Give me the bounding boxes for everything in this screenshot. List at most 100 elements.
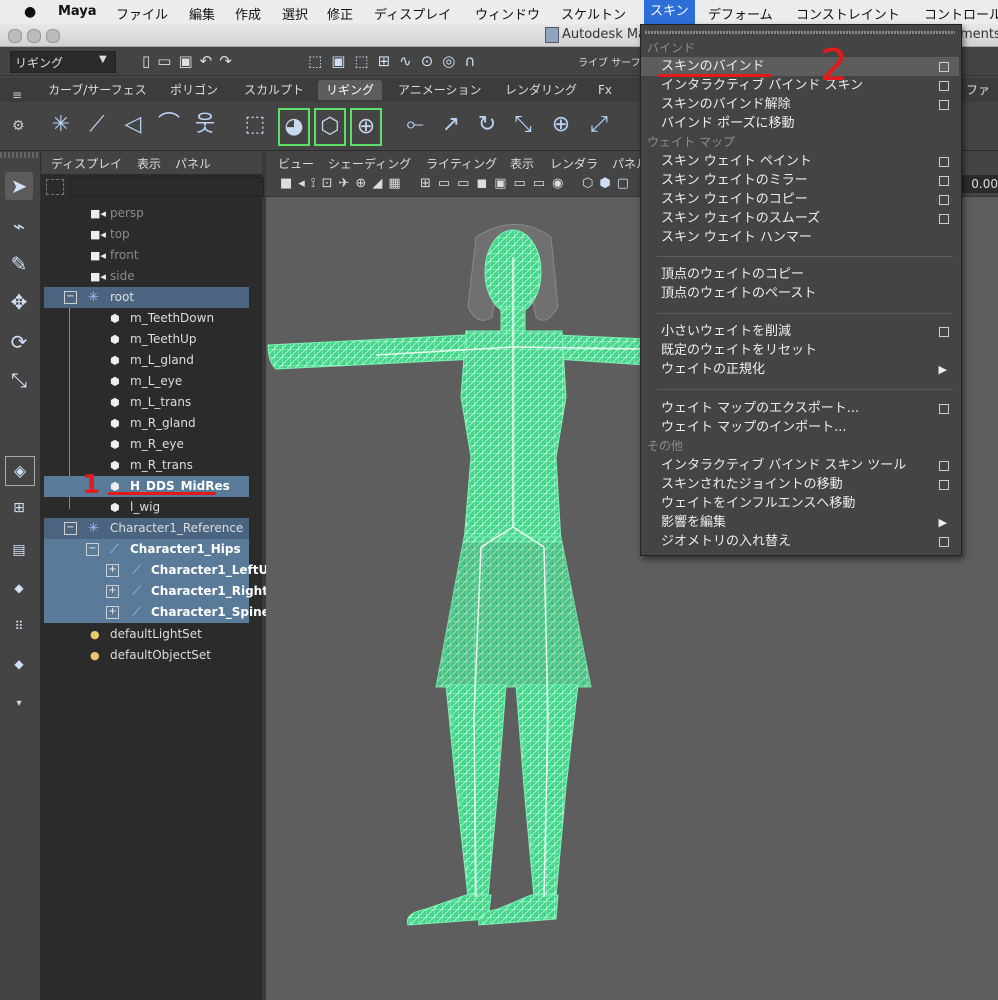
outliner-row-m-r-gland[interactable]: ⬢ m_R_gland xyxy=(44,413,249,434)
menu-item-paste-vertex-weights[interactable]: 頂点のウェイトのペースト xyxy=(641,284,959,303)
outliner-row-m-r-eye[interactable]: ⬢ m_R_eye xyxy=(44,434,249,455)
snap-point-icon[interactable]: ⊙ xyxy=(421,52,443,70)
tear-off-handle[interactable] xyxy=(645,31,955,34)
menu-item-move-skinned-joints[interactable]: スキンされたジョイントの移動 xyxy=(641,475,959,494)
pole-vector-icon[interactable]: ⤢ xyxy=(584,108,614,142)
paint-select-tool-icon[interactable]: ✎ xyxy=(5,250,33,278)
viewport-menu-view[interactable]: ビュー xyxy=(278,155,314,172)
outliner-row-l-wig[interactable]: ⬢ l_wig xyxy=(44,497,249,518)
lasso-tool-icon[interactable]: ⌁ xyxy=(5,212,33,240)
menu-item-export-weight-maps[interactable]: ウェイト マップのエクスポート... xyxy=(641,399,959,418)
outliner-row-top[interactable]: ■◂ top xyxy=(44,224,249,245)
menu-skeleton[interactable]: スケルトン xyxy=(561,4,626,23)
graph-layout-icon[interactable]: ◆ xyxy=(5,574,33,602)
option-box-icon[interactable] xyxy=(939,176,949,186)
menu-set-dropdown[interactable]: リギング ▼ xyxy=(10,51,116,73)
rotate-tool-icon[interactable]: ⟳ xyxy=(5,328,33,356)
option-box-icon[interactable] xyxy=(939,404,949,414)
tab-rendering[interactable]: レンダリング xyxy=(497,80,585,100)
lattice-icon[interactable]: ⬡ xyxy=(314,108,346,146)
snap-surface-icon[interactable]: ◎ xyxy=(442,52,464,70)
render-layout-icon[interactable]: ◆ xyxy=(5,650,33,678)
collapse-icon[interactable]: − xyxy=(86,543,99,556)
tab-sculpt[interactable]: スカルプト xyxy=(236,80,312,100)
option-box-icon[interactable] xyxy=(939,480,949,490)
create-joints-icon[interactable]: ✳ xyxy=(46,108,76,142)
collapse-icon[interactable]: − xyxy=(64,291,77,304)
close-window-button[interactable] xyxy=(8,29,22,43)
aim-constraint-icon[interactable]: ↗ xyxy=(436,108,466,142)
menu-create[interactable]: 作成 xyxy=(235,4,261,23)
menu-item-paint-skin-weights[interactable]: スキン ウェイト ペイント xyxy=(641,152,959,171)
open-folder-icon[interactable]: ▭ xyxy=(157,52,178,70)
viewport-menu-show[interactable]: 表示 xyxy=(510,155,534,172)
single-view-layout-icon[interactable]: ◈ xyxy=(5,456,35,486)
layout-dropdown-icon[interactable]: ▾ xyxy=(5,690,33,718)
menu-item-import-weight-maps[interactable]: ウェイト マップのインポート... xyxy=(641,418,959,437)
undo-icon[interactable]: ↶ xyxy=(200,52,220,70)
menu-item-go-to-bind-pose[interactable]: バインド ポーズに移動 xyxy=(641,114,959,133)
menu-edit[interactable]: 編集 xyxy=(189,4,215,23)
menu-item-edit-influences[interactable]: 影響を編集 ▶ xyxy=(641,513,959,532)
shelf-settings-icon[interactable]: ⚙ xyxy=(12,118,25,134)
move-tool-icon[interactable]: ✥ xyxy=(5,288,33,316)
bind-skin-icon[interactable]: ◕ xyxy=(278,108,310,146)
menu-window[interactable]: ウィンドウ xyxy=(475,4,540,23)
menu-item-reset-weights[interactable]: 既定のウェイトをリセット xyxy=(641,341,959,360)
outliner-row-m-l-eye[interactable]: ⬢ m_L_eye xyxy=(44,371,249,392)
parent-constraint-icon[interactable]: ⊕ xyxy=(546,108,576,142)
redo-icon[interactable]: ↷ xyxy=(219,52,239,70)
menu-modify[interactable]: 修正 xyxy=(327,4,353,23)
insert-joint-icon[interactable]: ⟋ xyxy=(82,108,112,142)
scale-tool-icon[interactable]: ⤡ xyxy=(5,366,33,394)
outliner-menu-panels[interactable]: パネル xyxy=(175,155,211,172)
option-box-icon[interactable] xyxy=(939,100,949,110)
menu-control[interactable]: コントロール xyxy=(924,4,998,23)
collapse-icon[interactable]: − xyxy=(64,522,77,535)
outliner-row-defaultobjectset[interactable]: ● defaultObjectSet xyxy=(44,645,249,666)
ik-spline-icon[interactable]: ⌒ xyxy=(154,108,184,142)
menu-item-hammer-skin-weights[interactable]: スキン ウェイト ハンマー xyxy=(641,228,959,247)
option-box-icon[interactable] xyxy=(939,81,949,91)
outliner-row-m-l-trans[interactable]: ⬢ m_L_trans xyxy=(44,392,249,413)
four-view-layout-icon[interactable]: ⊞ xyxy=(5,494,33,522)
snap-grid-icon[interactable]: ⊞ xyxy=(378,52,400,70)
menu-item-normalize-weights[interactable]: ウェイトの正規化 ▶ xyxy=(641,360,959,379)
tab-polygons[interactable]: ポリゴン xyxy=(162,80,226,100)
viewport-menu-renderer[interactable]: レンダラ xyxy=(550,155,598,172)
menu-item-smooth-skin-weights[interactable]: スキン ウェイトのスムーズ xyxy=(641,209,959,228)
outliner-row-m-r-trans[interactable]: ⬢ m_R_trans xyxy=(44,455,249,476)
expand-icon[interactable]: + xyxy=(106,585,119,598)
menu-item-copy-skin-weights[interactable]: スキン ウェイトのコピー xyxy=(641,190,959,209)
option-box-icon[interactable] xyxy=(939,461,949,471)
menu-item-copy-vertex-weights[interactable]: 頂点のウェイトのコピー xyxy=(641,265,959,284)
menu-item-unbind-skin[interactable]: スキンのバインド解除 xyxy=(641,95,959,114)
tab-rigging[interactable]: リギング xyxy=(318,80,383,100)
shading-tools-icons[interactable]: ⬡⬢▢ xyxy=(582,176,635,191)
apple-icon[interactable]: ● xyxy=(24,4,36,20)
menu-skin[interactable]: スキン xyxy=(644,0,695,24)
option-box-icon[interactable] xyxy=(939,327,949,337)
select-hierarchy-icon[interactable]: ⬚ xyxy=(308,52,331,70)
camera-tools-icons[interactable]: ■◂⟟⊡✈⊕◢▦ xyxy=(280,176,407,191)
menu-item-prune-small-weights[interactable]: 小さいウェイトを削減 xyxy=(641,322,959,341)
outliner-row-m-l-gland[interactable]: ⬢ m_L_gland xyxy=(44,350,249,371)
display-tools-icons[interactable]: ⊞▭▭◼▣▭▭◉ xyxy=(420,176,570,191)
outliner-row-character1-leftu[interactable]: + ⟋ Character1_LeftU xyxy=(44,560,268,581)
option-box-icon[interactable] xyxy=(939,157,949,167)
option-box-icon[interactable] xyxy=(939,214,949,224)
minimize-window-button[interactable] xyxy=(27,29,41,43)
select-tool-icon[interactable]: ➤ xyxy=(5,172,33,200)
menu-item-move-weights-to-influences[interactable]: ウェイトをインフルエンスへ移動 xyxy=(641,494,959,513)
orient-constraint-icon[interactable]: ↻ xyxy=(472,108,502,142)
shelf-menu-icon[interactable]: ≡ xyxy=(12,88,28,102)
menu-item-substitute-geometry[interactable]: ジオメトリの入れ替え xyxy=(641,532,959,551)
outliner-menu-display[interactable]: ディスプレイ xyxy=(51,155,122,172)
outliner-row-front[interactable]: ■◂ front xyxy=(44,245,249,266)
option-box-icon[interactable] xyxy=(939,62,949,72)
viewport-menu-lighting[interactable]: ライティング xyxy=(426,155,497,172)
option-box-icon[interactable] xyxy=(939,195,949,205)
outliner-row-side[interactable]: ■◂ side xyxy=(44,266,249,287)
outliner-row-defaultlightset[interactable]: ● defaultLightSet xyxy=(44,624,249,645)
scale-constraint-icon[interactable]: ⤡ xyxy=(508,108,538,142)
